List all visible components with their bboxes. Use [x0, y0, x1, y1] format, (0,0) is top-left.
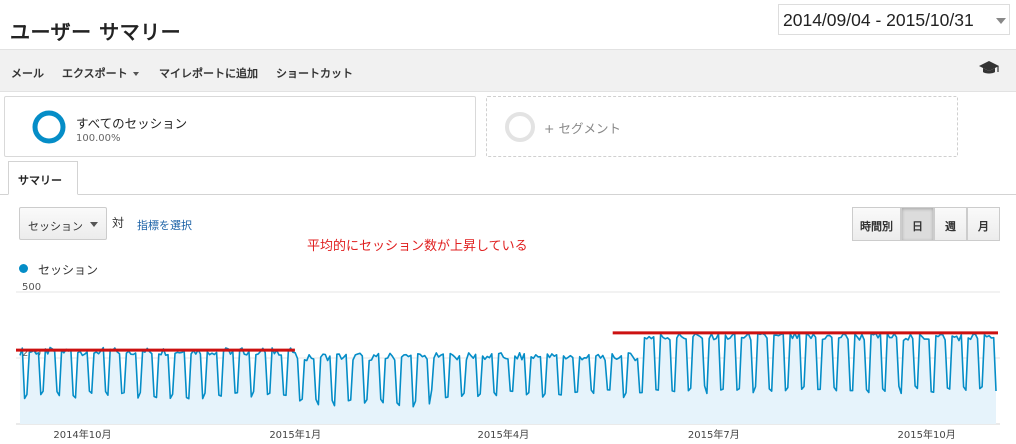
email-button[interactable]: メール — [11, 65, 44, 81]
segment-all-sessions[interactable]: すべてのセッション 100.00% — [4, 96, 476, 157]
segment-percent: 100.00% — [76, 133, 121, 144]
granularity-week-button[interactable]: 週 — [934, 207, 967, 241]
date-range-label: 2014/09/04 - 2015/10/31 — [783, 10, 974, 30]
report-toolbar — [0, 49, 1016, 92]
graduation-cap-icon[interactable] — [978, 60, 1000, 76]
tab-divider — [0, 194, 1016, 195]
add-to-dashboard-button[interactable]: マイレポートに追加 — [159, 65, 258, 81]
page-title: ユーザー サマリー — [10, 20, 182, 44]
vs-label: 対 — [112, 216, 125, 230]
date-range-picker[interactable]: 2014/09/04 - 2015/10/31 — [778, 4, 1010, 35]
empty-donut-icon — [505, 112, 535, 142]
x-tick-label: 2015年7月 — [688, 428, 740, 441]
shortcut-button[interactable]: ショートカット — [276, 65, 353, 81]
y-tick-label: 500 — [22, 282, 41, 293]
chevron-down-icon — [996, 18, 1006, 24]
segment-donut-icon — [32, 110, 66, 144]
x-tick-label: 2014年10月 — [53, 428, 111, 441]
legend-label: セッション — [38, 263, 99, 277]
annotation-text: 平均的にセッション数が上昇している — [307, 239, 528, 254]
chevron-down-icon — [90, 222, 98, 227]
x-tick-label: 2015年4月 — [477, 428, 529, 441]
segment-name: すべてのセッション — [76, 116, 188, 131]
granularity-hourly-button[interactable]: 時間別 — [852, 207, 901, 241]
granularity-month-button[interactable]: 月 — [967, 207, 1000, 241]
legend-dot — [19, 264, 28, 273]
caret-down-icon — [132, 72, 139, 76]
export-button[interactable]: エクスポート — [62, 65, 139, 81]
x-tick-label: 2015年10月 — [898, 428, 956, 441]
granularity-day-button[interactable]: 日 — [901, 207, 934, 241]
metric-select[interactable]: セッション — [19, 207, 107, 240]
select-metric-link[interactable]: 指標を選択 — [137, 217, 192, 233]
export-label: エクスポート — [62, 67, 128, 80]
sessions-chart: 5002502014年10月2015年1月2015年4月2015年7月2015年… — [16, 282, 1000, 441]
x-tick-label: 2015年1月 — [269, 428, 321, 441]
metric-select-value: セッション — [28, 220, 83, 233]
add-segment-button[interactable]: + セグメント — [486, 96, 958, 157]
add-segment-label: + セグメント — [544, 121, 621, 136]
tab-summary[interactable]: サマリー — [8, 161, 78, 195]
